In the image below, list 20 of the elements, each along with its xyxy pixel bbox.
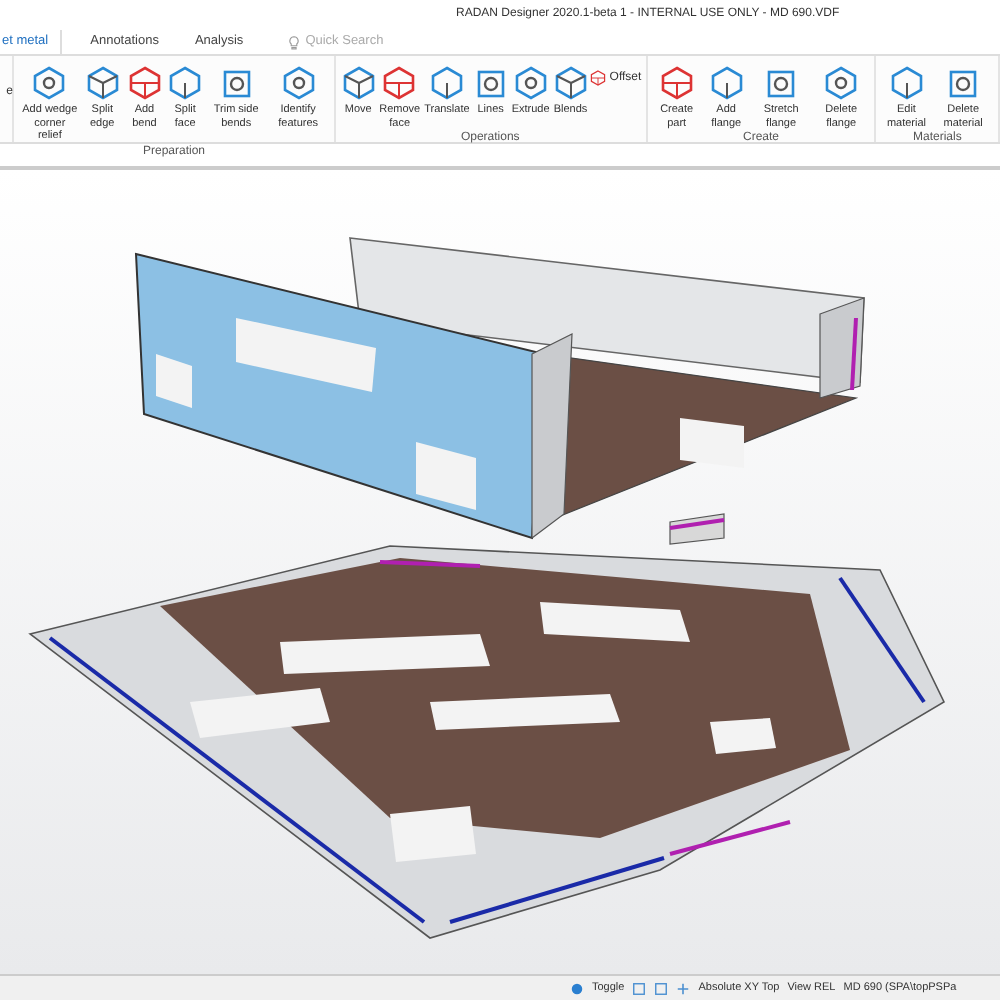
feature-icon bbox=[473, 66, 508, 100]
3d-viewport[interactable] bbox=[0, 166, 1000, 974]
feature-icon bbox=[32, 66, 67, 100]
feature-icon bbox=[824, 66, 859, 100]
feature-icon bbox=[889, 66, 924, 100]
feature-icon bbox=[429, 66, 464, 100]
feature-icon bbox=[513, 66, 548, 100]
feature-icon bbox=[127, 66, 162, 100]
lightbulb-icon bbox=[287, 35, 300, 49]
feature-icon bbox=[659, 66, 694, 100]
feature-icon bbox=[764, 66, 799, 100]
feature-icon bbox=[85, 66, 120, 100]
feature-icon bbox=[709, 66, 744, 100]
feature-icon bbox=[168, 66, 203, 100]
feature-icon bbox=[946, 66, 981, 100]
axes-icon[interactable] bbox=[676, 981, 691, 995]
feature-icon bbox=[382, 66, 417, 100]
feature-icon bbox=[341, 66, 376, 100]
feature-icon bbox=[219, 66, 254, 100]
feature-icon bbox=[281, 66, 316, 100]
